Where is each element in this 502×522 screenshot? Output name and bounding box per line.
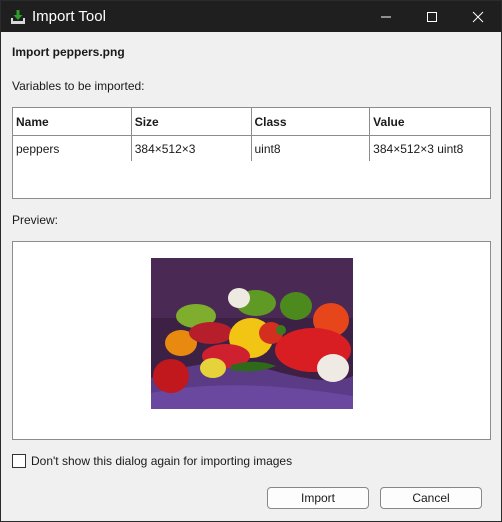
preview-panel: [12, 241, 491, 440]
cell-size[interactable]: 384×512×3: [130, 135, 252, 163]
maximize-icon: [427, 11, 437, 22]
cell-value[interactable]: 384×512×3 uint8: [369, 135, 491, 163]
close-button[interactable]: [455, 1, 501, 32]
title-bar[interactable]: Import Tool: [1, 1, 501, 32]
dont-show-again-row[interactable]: Don't show this dialog again for importi…: [12, 454, 292, 468]
cell-class[interactable]: uint8: [250, 135, 371, 163]
column-header-class[interactable]: Class: [250, 107, 371, 136]
close-icon: [472, 11, 484, 22]
dialog-heading: Import peppers.png: [12, 45, 125, 59]
preview-label: Preview:: [12, 213, 59, 227]
column-header-size[interactable]: Size: [130, 107, 252, 136]
import-button[interactable]: Import: [267, 487, 369, 509]
column-header-name[interactable]: Name: [12, 107, 132, 136]
import-download-icon: [10, 9, 26, 25]
table-header-row: Name Size Class Value: [12, 107, 491, 136]
dont-show-again-label[interactable]: Don't show this dialog again for importi…: [31, 454, 292, 468]
minimize-button[interactable]: [363, 1, 409, 32]
table-empty-area: [12, 161, 491, 199]
table-row[interactable]: peppers 384×512×3 uint8 384×512×3 uint8: [12, 135, 491, 163]
variables-label: Variables to be imported:: [12, 79, 145, 93]
import-tool-window: Import Tool Import peppers.png Variables…: [0, 0, 502, 522]
variables-table: Name Size Class Value peppers 384×512×3 …: [12, 107, 491, 163]
column-header-value[interactable]: Value: [369, 107, 491, 136]
dont-show-again-checkbox[interactable]: [12, 454, 26, 468]
maximize-button[interactable]: [409, 1, 455, 32]
peppers-preview-image: [151, 258, 353, 409]
cell-name[interactable]: peppers: [12, 135, 132, 163]
minimize-icon: [381, 16, 391, 17]
window-title: Import Tool: [32, 8, 106, 25]
cancel-button[interactable]: Cancel: [380, 487, 482, 509]
